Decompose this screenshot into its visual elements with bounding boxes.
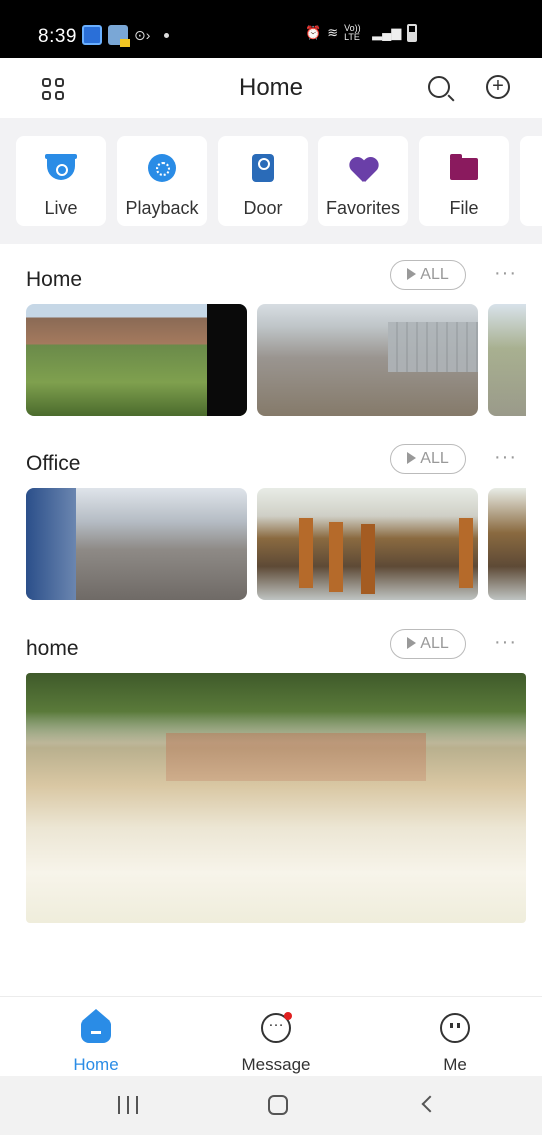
bottom-navigation: Home Message Me	[0, 996, 542, 1076]
play-icon	[407, 637, 417, 649]
search-icon[interactable]	[428, 76, 450, 98]
nav-label: Message	[241, 1055, 311, 1074]
message-icon	[261, 1012, 292, 1043]
tile-more[interactable]	[520, 136, 542, 226]
status-time: 8:39	[38, 26, 77, 47]
play-all-button[interactable]: ALL	[390, 629, 466, 659]
tile-live[interactable]: Live	[16, 136, 106, 226]
tile-label: Playback	[125, 198, 199, 218]
signal-icon: ▂▄▆	[372, 25, 402, 40]
more-options-icon[interactable]: ···	[494, 446, 517, 469]
more-options-icon[interactable]: ···	[494, 262, 517, 285]
nav-me[interactable]: Me	[395, 997, 515, 1077]
alarm-icon: ⏰	[305, 25, 322, 40]
play-icon	[407, 452, 417, 464]
tile-label: File	[449, 198, 479, 218]
more-options-icon[interactable]: ···	[494, 631, 517, 654]
nav-message[interactable]: Message	[216, 997, 336, 1077]
play-all-button[interactable]: ALL	[390, 260, 466, 290]
camera-thumbnail[interactable]	[26, 488, 247, 600]
tile-file[interactable]: File	[419, 136, 509, 226]
nav-label: Me	[443, 1055, 467, 1074]
home-icon	[81, 1009, 111, 1043]
tile-label: Favorites	[325, 198, 401, 218]
play-all-label: ALL	[420, 266, 449, 283]
folder-icon	[450, 154, 478, 180]
app-notification-icon	[82, 25, 102, 45]
battery-icon	[407, 24, 418, 42]
camera-thumbnail[interactable]	[26, 304, 247, 416]
tile-playback[interactable]: Playback	[117, 136, 207, 226]
system-status-icons: ⏰ ≋ Vo)) LTE ▂▄▆	[305, 23, 418, 42]
group-title: home	[26, 637, 79, 660]
play-all-button[interactable]: ALL	[390, 444, 466, 474]
group-title: Home	[26, 268, 83, 291]
camera-thumbnail[interactable]	[488, 304, 526, 416]
page-title: Home	[238, 74, 304, 101]
status-bar: 8:39 ⊙› ⏰ ≋ Vo)) LTE ▂▄▆	[0, 0, 542, 58]
tile-favorites[interactable]: Favorites	[318, 136, 408, 226]
back-icon[interactable]	[421, 1095, 439, 1113]
camera-thumbnail[interactable]	[257, 304, 478, 416]
nav-label: Home	[73, 1055, 119, 1074]
add-icon[interactable]: +	[486, 75, 510, 99]
playback-reel-icon	[148, 154, 176, 182]
system-navigation-bar	[0, 1076, 542, 1135]
network-label: Vo)) LTE	[344, 23, 361, 42]
me-icon	[440, 1013, 470, 1043]
gallery-notification-icon	[108, 25, 130, 47]
wifi-icon: ≋	[327, 25, 339, 40]
door-station-icon	[252, 154, 274, 182]
more-notifications-icon	[164, 32, 170, 38]
camera-live-view[interactable]	[26, 673, 526, 923]
nfc-icon: ⊙›	[134, 26, 151, 43]
group-title: Office	[26, 452, 81, 475]
notification-icons: ⊙›	[82, 25, 170, 47]
app-header: Home +	[0, 58, 542, 118]
recent-apps-icon[interactable]	[118, 1096, 138, 1114]
play-icon	[407, 268, 417, 280]
nav-home[interactable]: Home	[36, 997, 156, 1077]
play-all-label: ALL	[420, 635, 449, 652]
camera-thumbnail[interactable]	[488, 488, 526, 600]
system-home-icon[interactable]	[268, 1095, 288, 1115]
quick-access-bar: Live Playback Door Favorites File	[0, 118, 542, 244]
camera-dome-icon	[45, 154, 77, 180]
heart-icon	[349, 154, 377, 182]
tile-label: Live	[44, 198, 78, 218]
tile-door[interactable]: Door	[218, 136, 308, 226]
tile-label: Door	[243, 198, 283, 218]
camera-thumbnail[interactable]	[257, 488, 478, 600]
play-all-label: ALL	[420, 450, 449, 467]
